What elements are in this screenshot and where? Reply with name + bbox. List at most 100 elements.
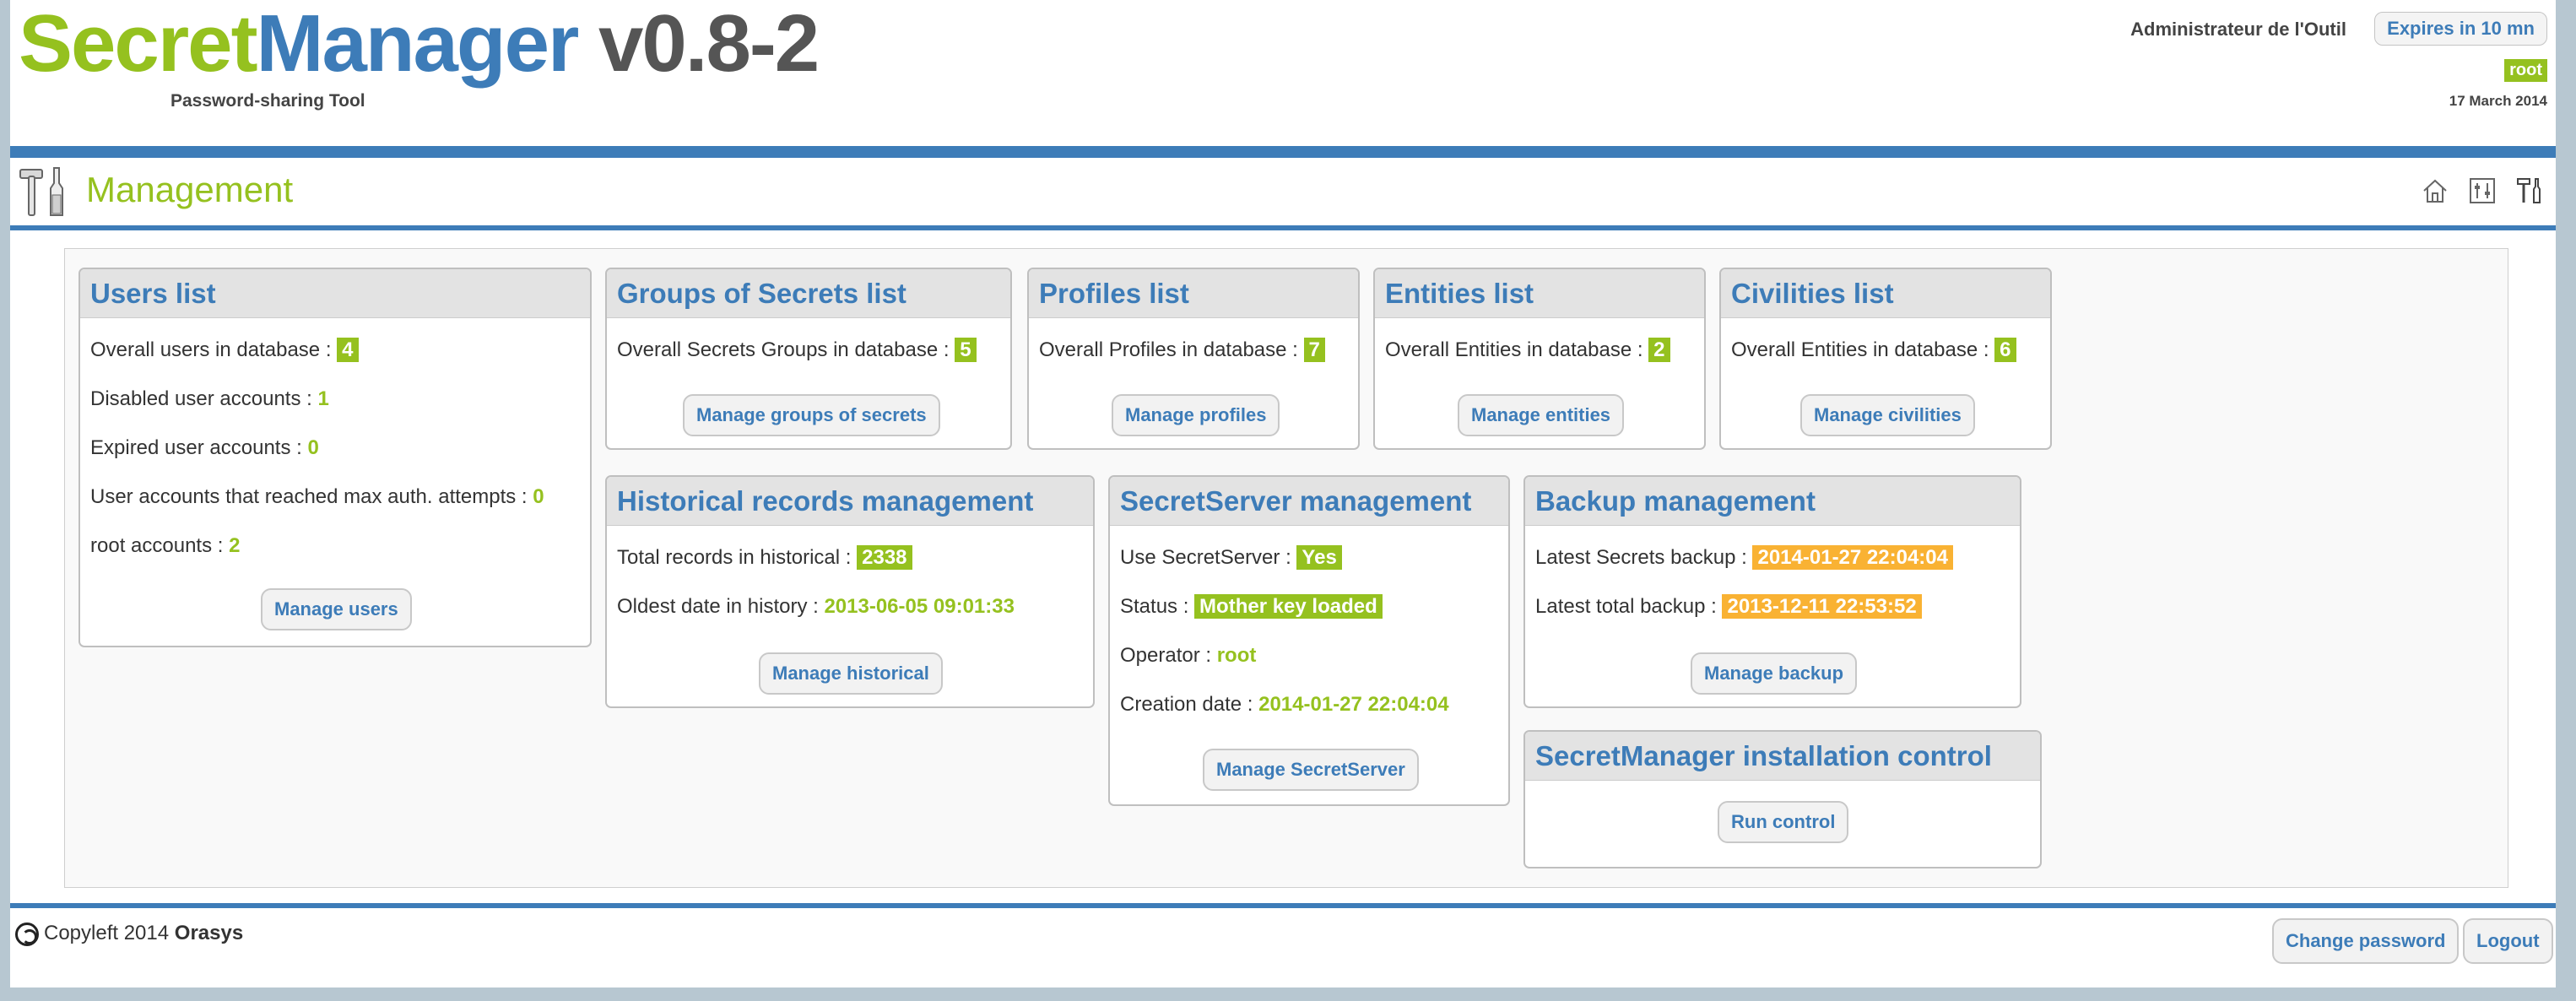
home-icon[interactable] [2421, 176, 2449, 205]
creation-date-value: 2014-01-27 22:04:04 [1258, 693, 1449, 716]
row-label: Overall users in database : [90, 338, 332, 361]
logo-secret: Secret [19, 0, 258, 89]
disabled-users-value: 1 [317, 387, 329, 410]
user-full-name: Administrateur de l'Outil [2130, 19, 2346, 40]
expired-users-row: Expired user accounts : 0 [90, 436, 319, 460]
manage-historical-button[interactable]: Manage historical [759, 652, 943, 695]
page-title: Management [86, 170, 294, 209]
install-control-panel: SecretManager installation control Run c… [1523, 730, 2042, 868]
expired-users-value: 0 [307, 436, 319, 459]
tagline: Password-sharing Tool [170, 91, 365, 111]
overall-entities-value: 2 [1648, 338, 1670, 362]
overall-users-row: Overall users in database : 4 [90, 338, 359, 362]
latest-total-backup-value: 2013-12-11 22:53:52 [1722, 594, 1922, 619]
manage-profiles-button[interactable]: Manage profiles [1112, 394, 1280, 436]
change-password-button[interactable]: Change password [2272, 918, 2460, 964]
operator-value: root [1216, 644, 1257, 667]
current-date: 17 March 2014 [2449, 93, 2547, 109]
secrets-icon[interactable] [2468, 176, 2497, 205]
latest-secrets-backup-row: Latest Secrets backup : 2014-01-27 22:04… [1535, 545, 1953, 570]
disabled-users-row: Disabled user accounts : 1 [90, 387, 329, 411]
overall-users-value: 4 [337, 338, 359, 362]
row-label: Latest Secrets backup : [1535, 546, 1747, 569]
tools-icon [19, 167, 63, 216]
logout-button[interactable]: Logout [2463, 918, 2553, 964]
users-panel: Users list Overall users in database : 4… [78, 268, 592, 647]
use-secretserver-row: Use SecretServer : Yes [1120, 545, 1342, 570]
username-badge: root [2504, 59, 2547, 82]
latest-total-backup-row: Latest total backup : 2013-12-11 22:53:5… [1535, 594, 1922, 619]
overall-entities-row: Overall Entities in database : 2 [1385, 338, 1670, 362]
logo-version: v0.8-2 [598, 0, 820, 89]
groups-panel: Groups of Secrets list Overall Secrets G… [605, 268, 1012, 450]
row-label: Creation date : [1120, 693, 1253, 716]
manage-users-button[interactable]: Manage users [261, 588, 412, 630]
manage-groups-button[interactable]: Manage groups of secrets [683, 394, 940, 436]
row-label: Status : [1120, 595, 1189, 618]
secretserver-panel: SecretServer management Use SecretServer… [1108, 475, 1510, 806]
historical-panel: Historical records management Total reco… [605, 475, 1095, 708]
oldest-date-value: 2013-06-05 09:01:33 [824, 595, 1015, 618]
manage-backup-button[interactable]: Manage backup [1691, 652, 1858, 695]
panel-title: SecretManager installation control [1525, 732, 2040, 781]
management-content: Users list Overall users in database : 4… [64, 248, 2508, 888]
row-label: Overall Entities in database : [1731, 338, 1989, 361]
tools-nav-icon[interactable] [2515, 176, 2544, 205]
manage-secretserver-button[interactable]: Manage SecretServer [1203, 749, 1419, 791]
maxauth-users-value: 0 [533, 485, 544, 508]
row-label: Latest total backup : [1535, 595, 1717, 618]
page: SecretManager v0.8-2 Password-sharing To… [10, 0, 2556, 987]
row-label: Operator : [1120, 644, 1212, 667]
maxauth-users-row: User accounts that reached max auth. att… [90, 485, 544, 509]
row-label: User accounts that reached max auth. att… [90, 485, 528, 508]
logo-manager: Manager [256, 0, 580, 89]
entities-panel: Entities list Overall Entities in databa… [1373, 268, 1706, 450]
panel-title: Users list [80, 269, 590, 318]
manage-entities-button[interactable]: Manage entities [1458, 394, 1625, 436]
panel-title: Groups of Secrets list [607, 269, 1010, 318]
copyleft-text: Copyleft 2014 [44, 922, 170, 944]
row-label: Disabled user accounts : [90, 387, 312, 410]
company-name: Orasys [174, 922, 244, 944]
total-records-row: Total records in historical : 2338 [617, 545, 912, 570]
root-accounts-value: 2 [229, 534, 241, 557]
panel-title: Entities list [1375, 269, 1704, 318]
overall-civilities-value: 6 [1994, 338, 2016, 362]
panel-title: Civilities list [1721, 269, 2050, 318]
status-row: Status : Mother key loaded [1120, 594, 1383, 619]
overall-groups-value: 5 [955, 338, 977, 362]
panel-title: SecretServer management [1110, 477, 1508, 526]
creation-date-row: Creation date : 2014-01-27 22:04:04 [1120, 693, 1449, 717]
profiles-panel: Profiles list Overall Profiles in databa… [1027, 268, 1360, 450]
app-logo: SecretManager v0.8-2 [19, 0, 820, 89]
row-label: Overall Entities in database : [1385, 338, 1643, 361]
latest-secrets-backup-value: 2014-01-27 22:04:04 [1752, 545, 1953, 570]
row-label: Overall Profiles in database : [1039, 338, 1298, 361]
total-records-value: 2338 [857, 545, 912, 570]
panel-title: Backup management [1525, 477, 2020, 526]
copyleft-notice: Copyleft 2014 Orasys [15, 922, 243, 946]
row-label: root accounts : [90, 534, 224, 557]
panel-title: Historical records management [607, 477, 1093, 526]
panel-title: Profiles list [1029, 269, 1358, 318]
title-divider [10, 225, 2556, 230]
root-accounts-row: root accounts : 2 [90, 534, 240, 558]
run-control-button[interactable]: Run control [1718, 801, 1849, 843]
backup-panel: Backup management Latest Secrets backup … [1523, 475, 2021, 708]
overall-profiles-value: 7 [1303, 338, 1325, 362]
page-title-bar: Management [10, 158, 2556, 225]
oldest-date-row: Oldest date in history : 2013-06-05 09:0… [617, 595, 1015, 619]
copyleft-icon [15, 922, 39, 946]
header-divider [10, 146, 2556, 158]
overall-profiles-row: Overall Profiles in database : 7 [1039, 338, 1325, 362]
operator-row: Operator : root [1120, 644, 1256, 668]
overall-groups-row: Overall Secrets Groups in database : 5 [617, 338, 977, 362]
session-expiry-button[interactable]: Expires in 10 mn [2374, 12, 2547, 46]
row-label: Use SecretServer : [1120, 546, 1291, 569]
row-label: Overall Secrets Groups in database : [617, 338, 950, 361]
footer-divider [10, 903, 2556, 908]
row-label: Expired user accounts : [90, 436, 302, 459]
row-label: Oldest date in history : [617, 595, 819, 618]
manage-civilities-button[interactable]: Manage civilities [1800, 394, 1975, 436]
use-secretserver-value: Yes [1296, 545, 1342, 570]
